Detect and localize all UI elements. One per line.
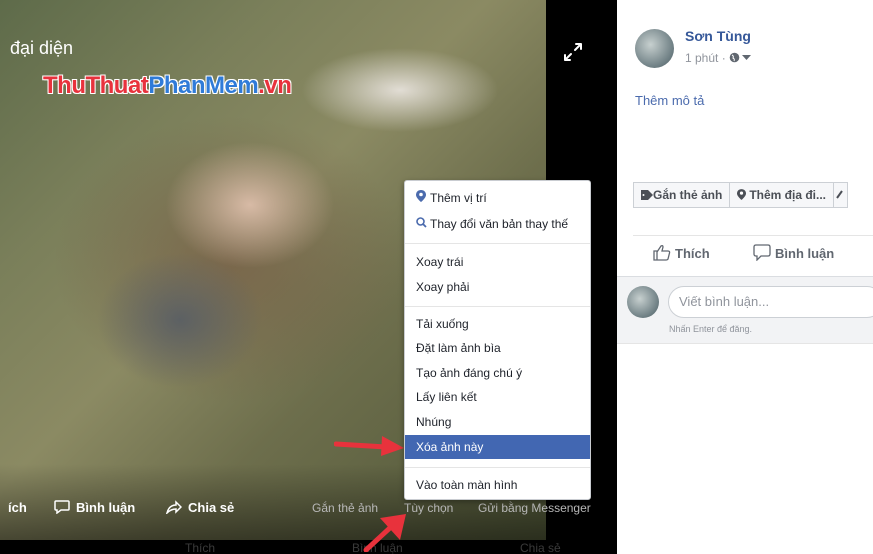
ghost-share: Chia sẻ	[520, 541, 561, 554]
menu-item-label: Thay đổi văn bản thay thế	[430, 217, 569, 231]
tag-photo-label: Gắn thẻ ảnh	[653, 188, 723, 202]
comment-action-button[interactable]: Bình luận	[753, 244, 835, 262]
chevron-down-icon[interactable]	[740, 51, 752, 65]
tag-photo-button[interactable]: Gắn thẻ ảnh	[633, 182, 731, 208]
menu-divider	[405, 306, 590, 307]
menu-item-featured-photo[interactable]: Tạo ảnh đáng chú ý	[405, 362, 590, 384]
add-location-label: Thêm địa đi...	[749, 188, 827, 202]
menu-divider	[405, 467, 590, 468]
location-pin-icon	[737, 188, 749, 202]
menu-item-rotate-right[interactable]: Xoay phải	[405, 276, 590, 298]
comment-input[interactable]: Viết bình luận...	[668, 286, 873, 318]
more-tag-button[interactable]	[834, 182, 849, 208]
comment-composer: Viết bình luận... Nhấn Enter để đăng.	[617, 277, 873, 343]
divider	[633, 235, 873, 236]
menu-item-embed[interactable]: Nhúng	[405, 411, 590, 433]
photo-album-title: đại diện	[10, 38, 74, 58]
divider	[617, 343, 873, 344]
location-pin-icon	[416, 187, 430, 209]
menu-item-rotate-left[interactable]: Xoay trái	[405, 251, 590, 273]
options-menu: Thêm vị trí Thay đổi văn bản thay thế Xo…	[404, 180, 591, 500]
photo-viewer: đại diện ThuThuatPhanMem.vn ích Bình luậ…	[0, 0, 873, 554]
menu-item-download[interactable]: Tải xuống	[405, 313, 590, 335]
avatar	[627, 286, 659, 318]
menu-item-alt-text[interactable]: Thay đổi văn bản thay thế	[405, 213, 590, 235]
ghost-like: Thích	[185, 541, 216, 554]
like-action-label: Thích	[675, 246, 710, 261]
add-location-button[interactable]: Thêm địa đi...	[730, 182, 835, 208]
globe-icon[interactable]	[729, 51, 740, 65]
comment-button[interactable]: Bình luận	[54, 500, 135, 515]
menu-item-set-cover[interactable]: Đặt làm ảnh bìa	[405, 337, 590, 359]
search-icon	[416, 213, 430, 235]
options-link[interactable]: Tùy chọn	[404, 501, 453, 515]
red-arrow-icon	[363, 514, 406, 552]
send-messenger-link[interactable]: Gửi bằng Messenger	[478, 501, 591, 515]
menu-item-delete-photo[interactable]: Xóa ảnh này	[405, 435, 590, 459]
menu-item-add-location[interactable]: Thêm vị trí	[405, 187, 590, 209]
share-icon	[165, 500, 183, 516]
menu-item-fullscreen[interactable]: Vào toàn màn hình	[405, 474, 590, 496]
like-action-button[interactable]: Thích	[653, 244, 710, 261]
ghost-action-row: Thích Bình luận Chia sẻ	[0, 540, 617, 554]
expand-icon[interactable]	[561, 40, 585, 64]
comment-icon	[54, 500, 70, 515]
photo-info-panel: Sơn Tùng 1 phút · Thêm mô tả Gắn thẻ ảnh…	[617, 0, 873, 554]
post-meta: 1 phút ·	[685, 51, 752, 65]
menu-item-get-link[interactable]: Lấy liên kết	[405, 386, 590, 408]
share-label: Chia sẻ	[188, 500, 235, 515]
author-name[interactable]: Sơn Tùng	[685, 28, 751, 44]
menu-divider	[405, 243, 590, 244]
avatar[interactable]	[635, 29, 674, 68]
menu-item-label: Thêm vị trí	[430, 191, 487, 205]
like-button[interactable]: ích	[8, 500, 27, 515]
post-time[interactable]: 1 phút ·	[685, 51, 726, 65]
comment-hint: Nhấn Enter để đăng.	[669, 324, 753, 334]
red-arrow-icon	[334, 436, 404, 456]
comment-icon	[753, 244, 775, 262]
add-description-link[interactable]: Thêm mô tả	[635, 93, 704, 108]
pencil-icon	[836, 188, 844, 202]
comment-action-label: Bình luận	[775, 246, 835, 261]
comment-label: Bình luận	[76, 500, 136, 515]
tag-icon	[641, 188, 653, 202]
thumbs-up-icon	[653, 245, 675, 261]
share-button[interactable]: Chia sẻ	[165, 500, 235, 516]
watermark-logo: ThuThuatPhanMem.vn	[43, 72, 292, 99]
tag-button-row: Gắn thẻ ảnh Thêm địa đi...	[633, 182, 849, 208]
